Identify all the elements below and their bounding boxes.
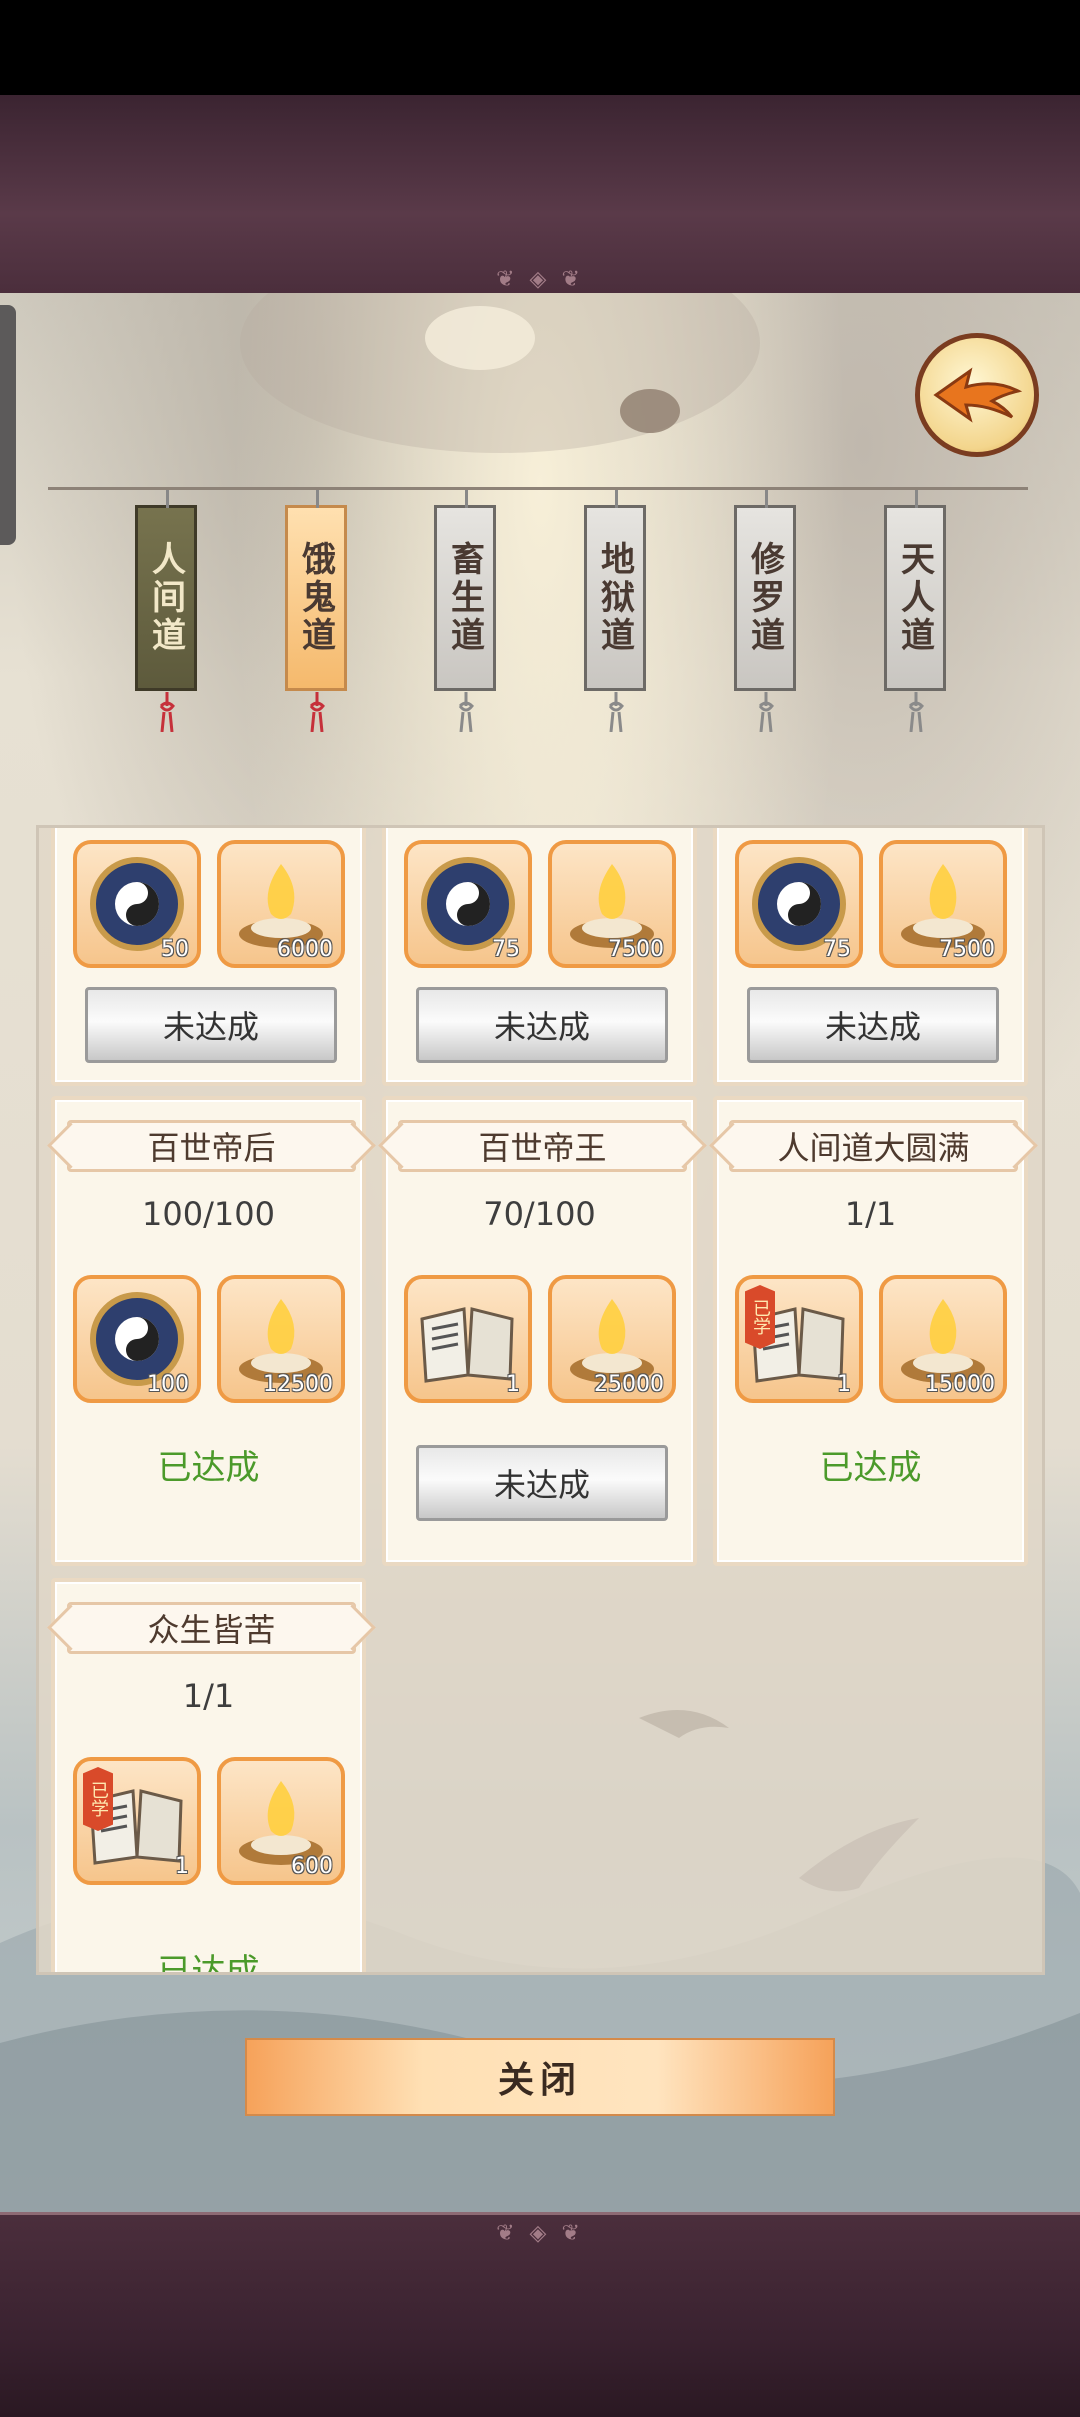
reward-slot[interactable]: 75 [404,840,532,968]
tab-label: 地狱道 [594,541,635,655]
tab-hook [465,490,468,508]
achievement-title: 百世帝王 [398,1120,687,1172]
tab-human-realm[interactable]: 人间道 [135,490,197,732]
banner-rope [48,487,1028,490]
reward-slot[interactable]: 75 [735,840,863,968]
achievement-card: 百世帝王 70/100 1 25000 未达成 [382,1096,697,1566]
achievement-progress: 1/1 [844,1195,897,1233]
reward-quantity: 1 [175,1854,189,1879]
learned-badge: 已学 [745,1285,775,1349]
achievement-title: 人间道大圆满 [729,1120,1018,1172]
achievement-card: 百世帝后 100/100 100 12500 已达成 [51,1096,366,1566]
back-arrow-icon [933,367,1022,423]
back-button[interactable] [915,333,1039,457]
achievement-list[interactable]: 50 6000 未达成 75 7500 未达成 75 7500 未达成 百世帝后 [36,825,1045,1975]
achievement-progress: 100/100 [142,1195,275,1233]
reward-quantity: 1 [837,1372,851,1397]
claim-button[interactable]: 未达成 [416,987,668,1063]
achievement-title: 百世帝后 [67,1120,356,1172]
tassel-icon [908,692,924,732]
claim-button[interactable]: 未达成 [85,987,337,1063]
tab-label: 畜生道 [444,541,485,655]
bottom-frame: ❦ ◈ ❦ [0,2212,1080,2417]
tab-hungry-ghost-realm[interactable]: 饿鬼道 [285,490,347,732]
tab-label: 人间道 [145,541,186,655]
reward-quantity: 100 [147,1372,189,1397]
reward-quantity: 75 [492,937,520,962]
tassel-icon [159,692,175,732]
achieved-status: 已达成 [819,1448,922,1488]
frame-ornament: ❦ ◈ ❦ [496,2221,584,2246]
reward-quantity: 7500 [608,937,664,962]
achieved-status: 已达成 [157,1448,260,1488]
tassel-icon [608,692,624,732]
tassel-icon [458,692,474,732]
learned-badge: 已学 [83,1767,113,1831]
tassel-icon [309,692,325,732]
reward-slot[interactable]: 15000 [879,1275,1007,1403]
achievement-card: 50 6000 未达成 [51,828,366,1086]
reward-quantity: 6000 [277,937,333,962]
tab-label: 修罗道 [744,541,785,655]
reward-slot[interactable]: 7500 [879,840,1007,968]
crane-decoration [639,1710,919,1892]
tab-heaven-realm[interactable]: 天人道 [884,490,946,732]
achievement-title: 众生皆苦 [67,1602,356,1654]
reward-slot[interactable]: 12500 [217,1275,345,1403]
tab-label: 天人道 [894,541,935,655]
achievement-progress: 70/100 [483,1195,596,1233]
achievement-card: 75 7500 未达成 [713,828,1028,1086]
reward-quantity: 25000 [594,1372,664,1397]
side-drawer-handle[interactable] [0,305,16,545]
reward-quantity: 12500 [263,1372,333,1397]
tab-hook [166,490,169,508]
achievement-card: 众生皆苦 1/1 已学 1 600 已达成 [51,1578,366,1975]
tab-hook [615,490,618,508]
claim-button[interactable]: 未达成 [747,987,999,1063]
achievement-card: 75 7500 未达成 [382,828,697,1086]
tab-hell-realm[interactable]: 地狱道 [584,490,646,732]
reward-slot[interactable]: 50 [73,840,201,968]
reward-quantity: 15000 [925,1372,995,1397]
reward-slot[interactable]: 25000 [548,1275,676,1403]
tab-asura-realm[interactable]: 修罗道 [734,490,796,732]
achievement-card: 人间道大圆满 1/1 已学 1 15000 已达成 [713,1096,1028,1566]
tab-label: 饿鬼道 [295,541,336,655]
tab-hook [915,490,918,508]
reward-slot[interactable]: 600 [217,1757,345,1885]
achieved-status: 已达成 [157,1952,260,1975]
achievement-progress: 1/1 [182,1677,235,1715]
reward-slot[interactable]: 100 [73,1275,201,1403]
close-button[interactable]: 关闭 [245,2038,835,2116]
frame-ornament: ❦ ◈ ❦ [496,267,584,292]
reward-slot[interactable]: 已学 1 [735,1275,863,1403]
tab-hook [765,490,768,508]
reward-quantity: 75 [823,937,851,962]
tassel-icon [758,692,774,732]
reward-quantity: 50 [161,937,189,962]
reward-slot[interactable]: 1 [404,1275,532,1403]
tab-hook [316,490,319,508]
reward-slot[interactable]: 已学 1 [73,1757,201,1885]
status-bar [0,0,1080,95]
reward-quantity: 7500 [939,937,995,962]
reward-slot[interactable]: 6000 [217,840,345,968]
tab-animal-realm[interactable]: 畜生道 [434,490,496,732]
claim-button[interactable]: 未达成 [416,1445,668,1521]
reward-quantity: 600 [291,1854,333,1879]
reward-quantity: 1 [506,1372,520,1397]
top-frame: ❦ ◈ ❦ [0,95,1080,296]
reward-slot[interactable]: 7500 [548,840,676,968]
